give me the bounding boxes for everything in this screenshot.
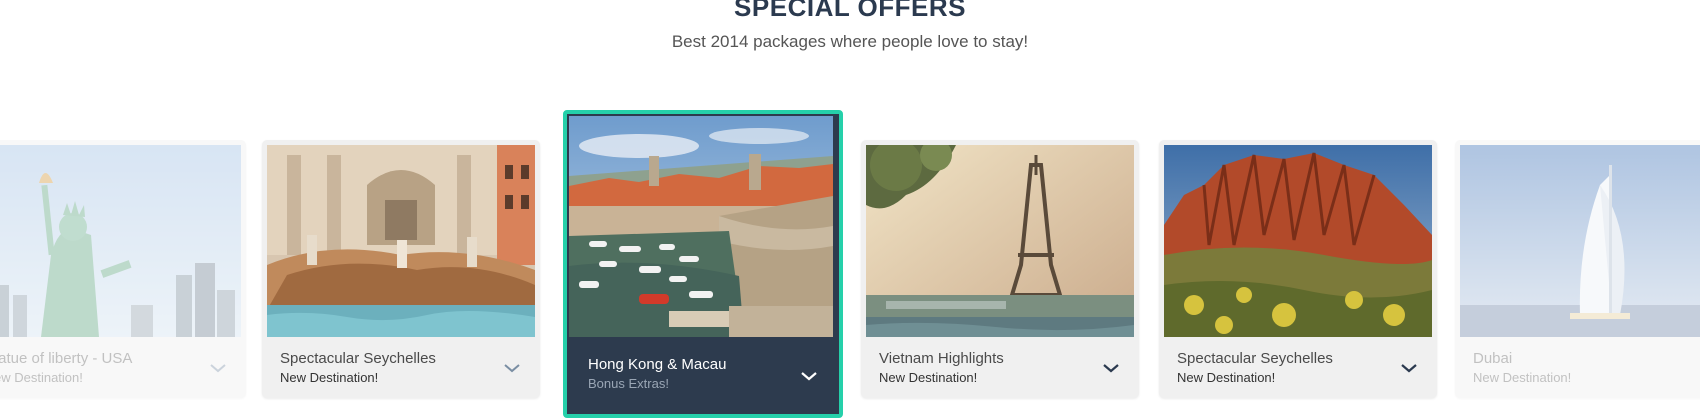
section-subtitle: Best 2014 packages where people love to …	[671, 32, 1029, 51]
offer-card-dubai[interactable]: Dubai New Destination!	[1455, 140, 1700, 398]
statue-of-liberty-photo	[0, 145, 241, 337]
offer-name: tatue of liberty - USA	[0, 350, 133, 367]
offer-name: Hong Kong & Macau	[588, 356, 727, 373]
chevron-down-icon[interactable]	[208, 358, 228, 378]
offer-tag: New Destination!	[1473, 370, 1572, 385]
offer-name: Spectacular Seychelles	[1177, 350, 1333, 367]
offer-card-spectacular-seychelles[interactable]: Spectacular Seychelles New Destination!	[262, 140, 540, 398]
offer-info: Spectacular Seychelles New Destination!	[262, 340, 540, 398]
offer-info: Vietnam Highlights New Destination!	[861, 340, 1139, 398]
offer-name: Dubai	[1473, 350, 1513, 367]
offer-info: Spectacular Seychelles New Destination!	[1159, 340, 1437, 398]
offer-card-spectacular-seychelles-2[interactable]: Spectacular Seychelles New Destination!	[1159, 140, 1437, 398]
offer-card-hong-kong-macau[interactable]: Hong Kong & Macau Bonus Extras!	[563, 110, 843, 418]
offer-card-statue-of-liberty[interactable]: tatue of liberty - USA ew Destination!	[0, 140, 246, 398]
section-title: SPECIAL OFFERS	[734, 0, 966, 22]
offer-info: tatue of liberty - USA ew Destination!	[0, 340, 246, 398]
offer-tag: New Destination!	[879, 370, 978, 385]
chevron-down-icon[interactable]	[1101, 358, 1121, 378]
offer-tag: New Destination!	[280, 370, 379, 385]
red-rock-mountains-photo	[1164, 145, 1432, 337]
chevron-down-icon[interactable]	[799, 366, 819, 386]
offer-name: Spectacular Seychelles	[280, 350, 436, 367]
offer-name: Vietnam Highlights	[879, 350, 1004, 367]
chevron-down-icon[interactable]	[502, 358, 522, 378]
trevi-fountain-photo	[267, 145, 535, 337]
offer-card-vietnam-highlights[interactable]: Vietnam Highlights New Destination!	[861, 140, 1139, 398]
chevron-down-icon[interactable]	[1399, 358, 1419, 378]
burj-al-arab-photo	[1460, 145, 1700, 337]
offer-tag: Bonus Extras!	[588, 376, 669, 391]
harbor-old-town-photo	[569, 116, 837, 337]
offer-info: Dubai New Destination!	[1455, 340, 1700, 398]
offer-tag: New Destination!	[1177, 370, 1276, 385]
eiffel-tower-photo	[866, 145, 1134, 337]
offer-tag: ew Destination!	[0, 370, 83, 385]
offer-info: Hong Kong & Macau Bonus Extras!	[567, 340, 839, 414]
